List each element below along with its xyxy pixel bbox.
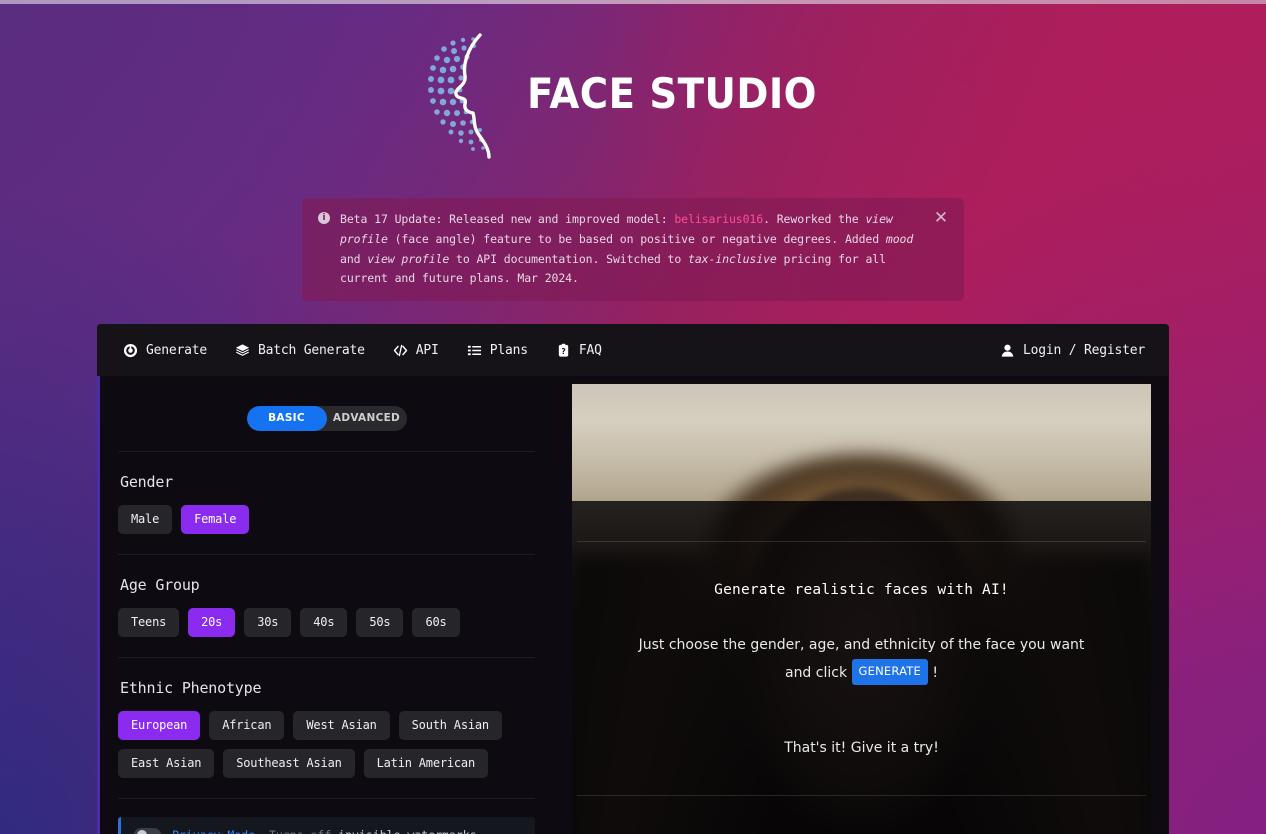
chip-african[interactable]: African <box>209 711 285 741</box>
section-label-ethnic-phenotype: Ethnic Phenotype <box>120 679 262 698</box>
age-group-options: Teens 20s 30s 40s 50s 60s <box>118 608 535 638</box>
navbar: Generate Batch Generate API Plans ? FAQ … <box>97 324 1169 377</box>
layers-icon <box>235 343 250 356</box>
privacy-mode-bar: Privacy Mode. Turns off invisible waterm… <box>118 817 535 834</box>
notification-em2: mood <box>885 231 914 246</box>
chip-european[interactable]: European <box>118 711 201 741</box>
nav-item-api[interactable]: API <box>393 343 439 358</box>
divider-age <box>118 657 535 659</box>
section-label-age-group: Age Group <box>120 576 200 595</box>
notification-part4: and <box>340 251 368 266</box>
privacy-mode-desc1: Turns off <box>262 828 338 834</box>
chip-30s[interactable]: 30s <box>244 608 292 638</box>
nav-item-batch-generate[interactable]: Batch Generate <box>235 343 365 358</box>
chip-southeast-asian[interactable]: Southeast Asian <box>223 749 355 779</box>
privacy-mode-text: Privacy Mode. Turns off invisible waterm… <box>172 828 484 834</box>
info-icon: i <box>318 212 330 224</box>
nav-label-faq: FAQ <box>578 342 602 358</box>
hero-divider-bottom <box>577 795 1146 797</box>
chip-latin-american[interactable]: Latin American <box>363 749 488 779</box>
hero-generate-pill: GENERATE <box>851 658 928 686</box>
privacy-mode-title: Privacy Mode. <box>172 828 262 834</box>
app-body: BASIC ADVANCED Gender Male Female Age Gr… <box>97 376 1169 834</box>
page-root: FACE STUDIO i Beta 17 Update: Released n… <box>0 0 1266 834</box>
ethnic-phenotype-options: European African West Asian South Asian … <box>118 711 535 779</box>
privacy-mode-desc2: invisible watermarks. <box>338 828 483 834</box>
nav-item-plans[interactable]: Plans <box>467 343 528 358</box>
chip-east-asian[interactable]: East Asian <box>118 749 215 779</box>
notification-part3: (face angle) feature to be based on posi… <box>387 231 886 246</box>
notification-prefix: Beta 17 Update: Released new and improve… <box>340 212 675 226</box>
divider-ethnicity <box>118 798 535 800</box>
controls-panel: BASIC ADVANCED Gender Male Female Age Gr… <box>97 376 554 834</box>
hero-subtitle-part2: ! <box>927 664 939 681</box>
brand-header: FACE STUDIO <box>0 0 1266 160</box>
notification-banner: i Beta 17 Update: Released new and impro… <box>302 198 964 302</box>
notification-text: Beta 17 Update: Released new and improve… <box>340 210 922 289</box>
browser-top-strip <box>0 0 1266 4</box>
tab-advanced[interactable]: ADVANCED <box>327 406 407 431</box>
hero-subtitle: Just choose the gender, age, and ethnici… <box>572 633 1151 687</box>
nav-label-batch-generate: Batch Generate <box>258 342 365 358</box>
eye-icon <box>123 343 138 357</box>
preview-panel: Generate realistic faces with AI! Just c… <box>554 376 1169 834</box>
notification-em4: tax-inclusive <box>688 251 777 266</box>
notification-em3: view profile <box>367 251 450 266</box>
divider-top <box>118 451 535 453</box>
hero-divider-top <box>577 541 1146 543</box>
navbar-account: Login / Register <box>1000 343 1145 358</box>
chip-female[interactable]: Female <box>181 505 250 535</box>
hero-overlay-content: Generate realistic faces with AI! Just c… <box>572 501 1151 834</box>
chip-south-asian[interactable]: South Asian <box>398 711 502 741</box>
nav-item-faq[interactable]: ? FAQ <box>556 343 602 358</box>
gender-options: Male Female <box>118 505 535 535</box>
chip-60s[interactable]: 60s <box>412 608 460 638</box>
nav-label-api: API <box>415 342 439 358</box>
hero-title: Generate realistic faces with AI! <box>714 582 1009 599</box>
chip-50s[interactable]: 50s <box>356 608 404 638</box>
tab-basic[interactable]: BASIC <box>246 406 327 432</box>
section-label-gender: Gender <box>120 473 173 492</box>
user-icon <box>1001 344 1014 357</box>
chip-teens[interactable]: Teens <box>118 608 180 638</box>
notification-part2: . Reworked the <box>763 212 866 226</box>
notification-model: belisarius016 <box>674 212 764 226</box>
chip-male[interactable]: Male <box>118 505 173 535</box>
chip-west-asian[interactable]: West Asian <box>293 711 390 741</box>
chip-40s[interactable]: 40s <box>300 608 348 638</box>
mode-toggle: BASIC ADVANCED <box>246 406 407 432</box>
logo[interactable]: FACE STUDIO <box>423 27 842 162</box>
notification-row: i Beta 17 Update: Released new and impro… <box>0 160 1266 302</box>
close-icon[interactable]: ✕ <box>932 210 950 228</box>
nav-label-plans: Plans <box>489 342 528 358</box>
login-register-label: Login / Register <box>1022 342 1145 358</box>
code-icon <box>393 344 407 356</box>
question-badge-icon: ? <box>558 343 569 357</box>
nav-item-generate[interactable]: Generate <box>123 343 207 358</box>
notification-part5: to API documentation. Switched to <box>449 251 689 266</box>
list-icon <box>467 345 481 355</box>
hero-footer-text: That's it! Give it a try! <box>784 740 939 757</box>
login-register-button[interactable]: Login / Register <box>1000 343 1145 358</box>
hero-preview[interactable]: Generate realistic faces with AI! Just c… <box>572 381 1151 834</box>
logo-text: FACE STUDIO <box>527 69 818 118</box>
chip-20s[interactable]: 20s <box>188 608 236 638</box>
app-window: Generate Batch Generate API Plans ? FAQ … <box>97 324 1169 834</box>
svg-text:?: ? <box>561 346 565 355</box>
navbar-links: Generate Batch Generate API Plans ? FAQ <box>123 343 602 358</box>
divider-gender <box>118 554 535 556</box>
dotted-sphere-face-profile-icon <box>428 32 492 159</box>
privacy-mode-toggle[interactable] <box>134 828 161 834</box>
nav-label-generate: Generate <box>146 342 208 358</box>
